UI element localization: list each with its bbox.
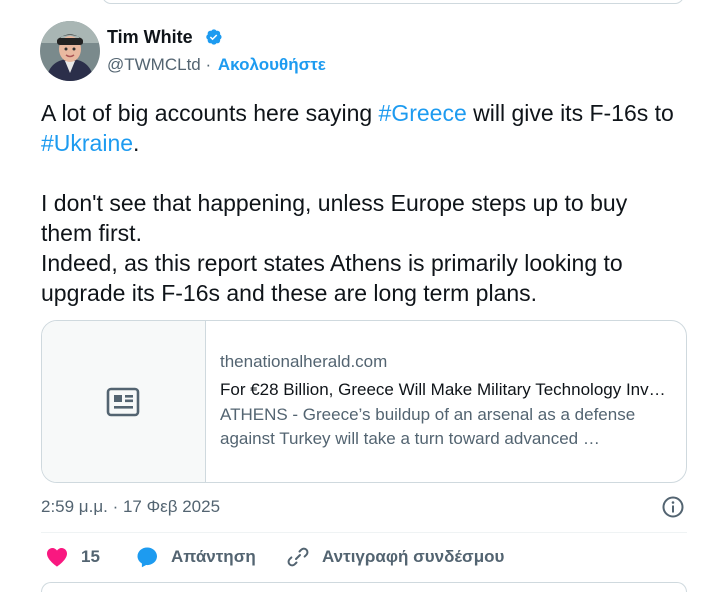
info-icon[interactable] [661, 495, 685, 519]
tweet-paragraph-2: I don't see that happening, unless Europ… [41, 190, 628, 246]
like-count: 15 [81, 547, 100, 566]
tweet-text-segment: A lot of big accounts here saying [41, 100, 379, 126]
link-preview-card[interactable]: thenationalherald.com For €28 Billion, G… [41, 320, 687, 483]
separator-dot: · [205, 55, 212, 74]
copy-link-button[interactable]: Αντιγραφή συνδέσμου [286, 545, 504, 569]
link-card-domain: thenationalherald.com [220, 352, 388, 371]
handle-row: @TWMCLtd · Ακολουθήστε [107, 54, 326, 76]
avatar[interactable] [40, 21, 100, 81]
link-card-title: For €28 Billion, Greece Will Make Milita… [220, 380, 670, 399]
hashtag-ukraine-link[interactable]: #Ukraine [41, 130, 133, 156]
link-card-description: ATHENS - Greece’s buildup of an arsenal … [220, 403, 670, 451]
news-article-icon [106, 387, 140, 417]
follow-button[interactable]: Ακολουθήστε [218, 55, 326, 74]
avatar-image [40, 21, 100, 81]
tweet-paragraph-3: Indeed, as this report states Athens is … [41, 250, 623, 306]
reply-button[interactable]: Απάντηση [135, 545, 256, 569]
hashtag-greece-link[interactable]: #Greece [379, 100, 467, 126]
tweet-text-segment: . [133, 130, 140, 156]
link-card-description-line: against Turkey will take a turn toward a… [220, 429, 600, 448]
author-name[interactable]: Tim White [107, 26, 193, 48]
verified-badge-icon [206, 29, 222, 45]
tweet-text: A lot of big accounts here saying #Greec… [41, 98, 681, 308]
tweet-text-segment: will give its F-16s to [466, 100, 674, 126]
author-handle[interactable]: @TWMCLtd [107, 55, 201, 74]
tweet-timestamp[interactable]: 2:59 μ.μ. · 17 Φεβ 2025 [41, 496, 220, 518]
link-chain-icon [287, 547, 309, 567]
link-card-text: thenationalherald.com For €28 Billion, G… [220, 351, 670, 451]
copy-link-label: Αντιγραφή συνδέσμου [322, 547, 505, 566]
link-card-description-line: ATHENS - Greece’s buildup of an arsenal … [220, 405, 636, 424]
action-divider [41, 532, 687, 533]
link-card-thumbnail [42, 321, 206, 482]
heart-icon [47, 548, 67, 567]
reply-label: Απάντηση [171, 547, 256, 566]
tweet-paragraph-1: A lot of big accounts here saying #Greec… [41, 98, 681, 158]
like-button[interactable]: 15 [45, 545, 100, 569]
previous-card-edge [102, 0, 684, 4]
reply-bubble-icon [137, 547, 157, 568]
